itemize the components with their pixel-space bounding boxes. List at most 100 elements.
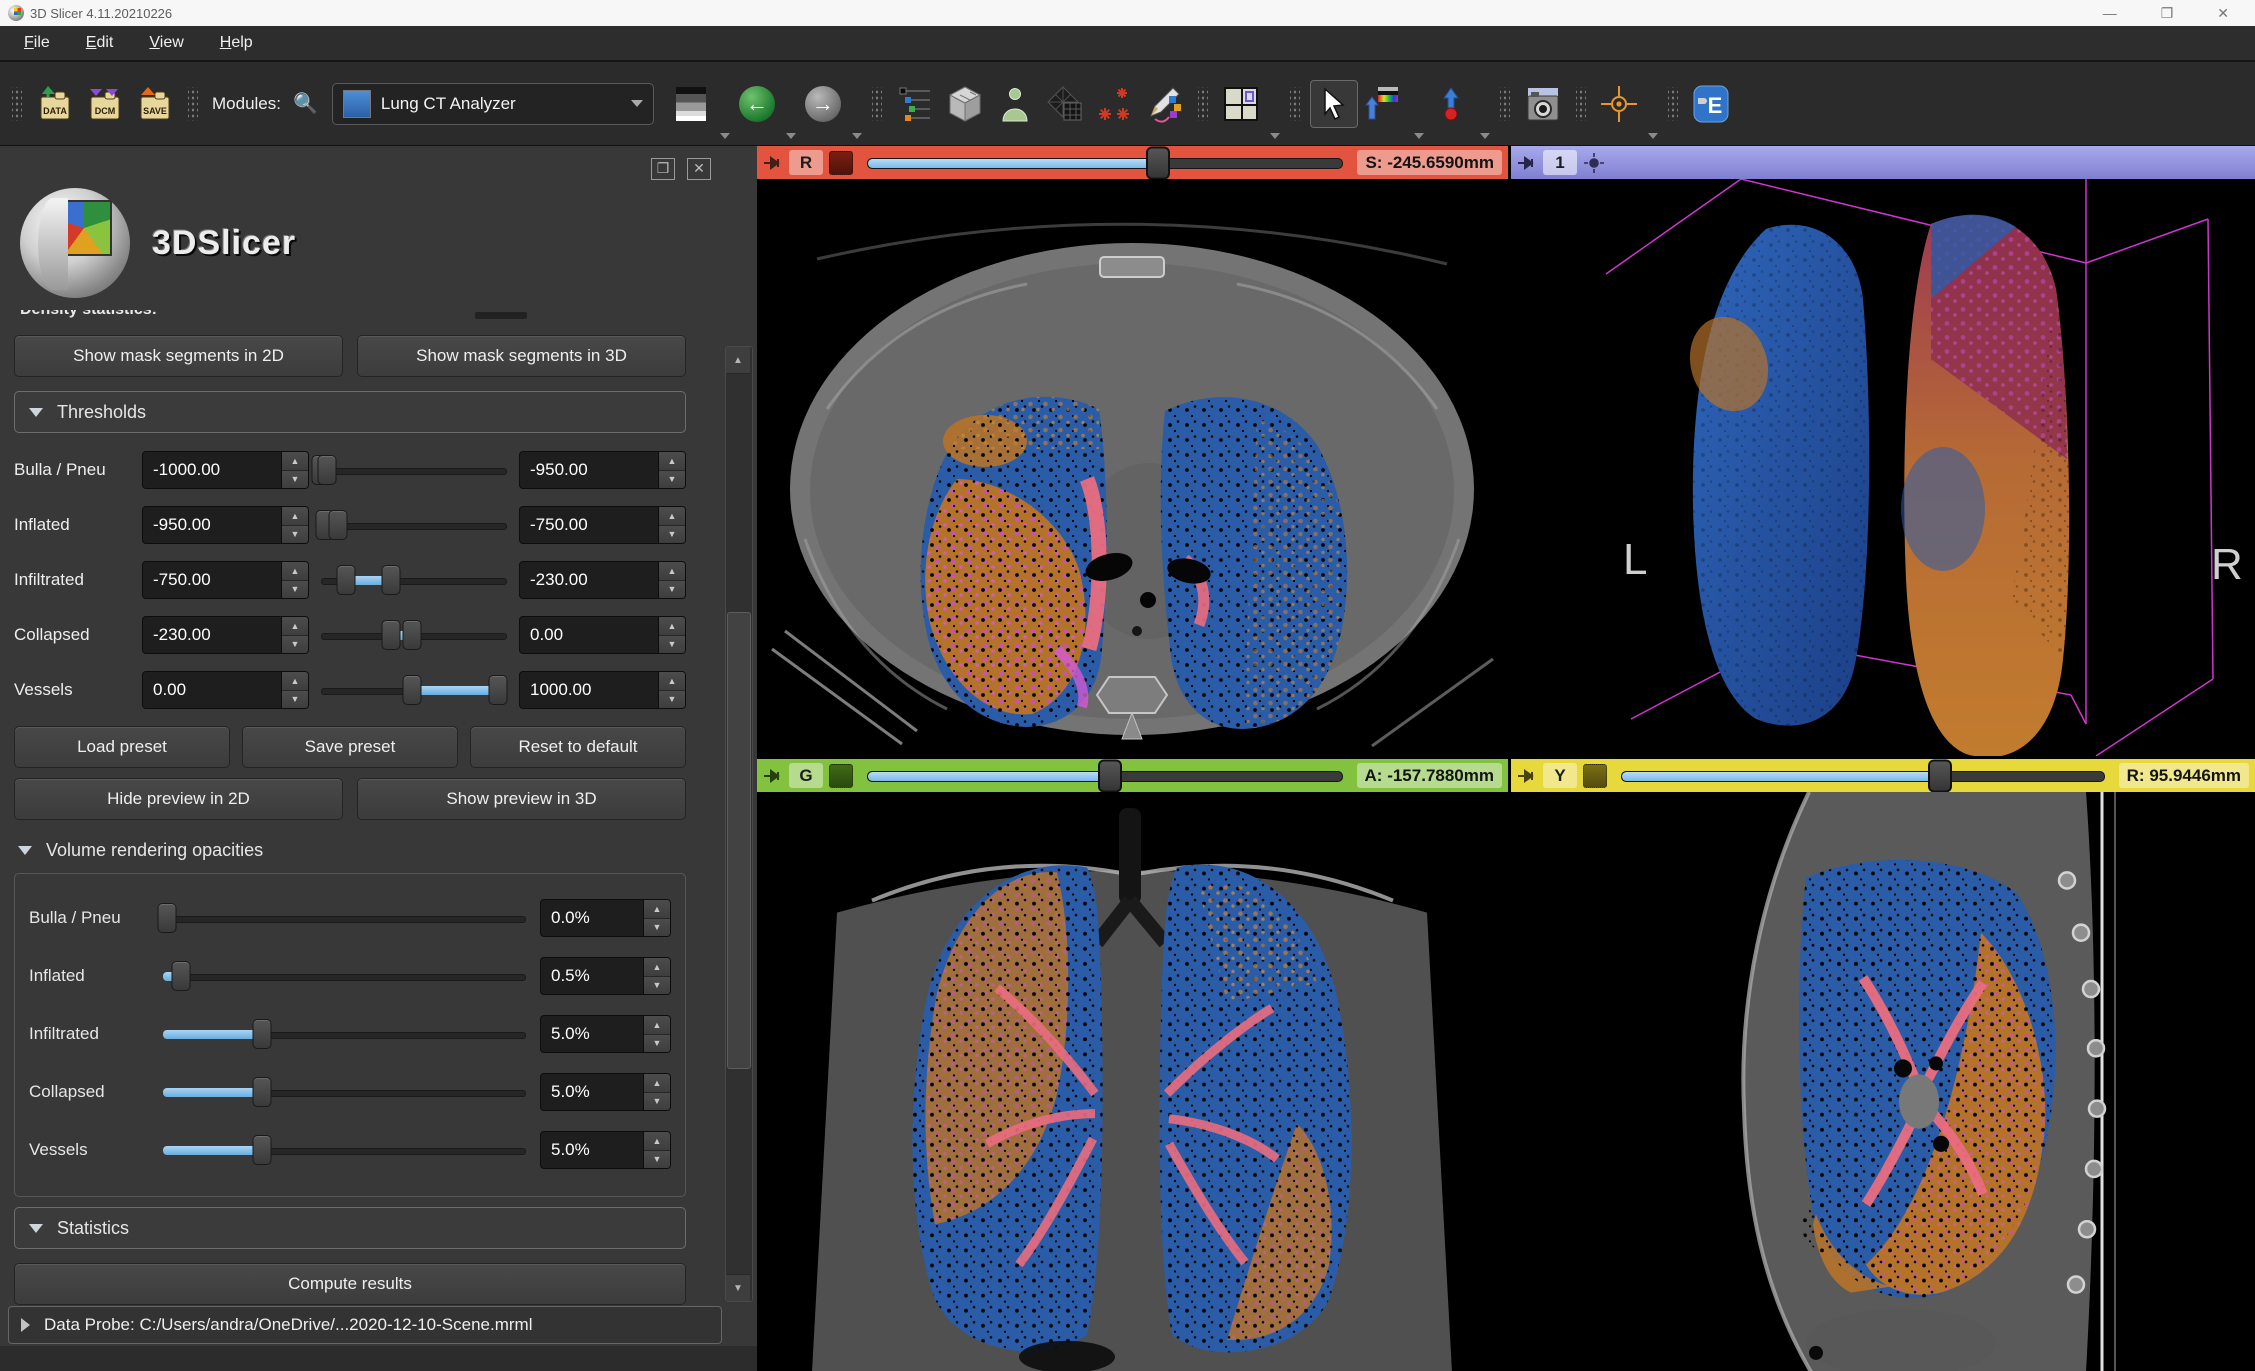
opacity-spinbox[interactable]: 5.0% ▲ ▼: [540, 1015, 671, 1053]
threshold-range-slider[interactable]: [319, 561, 509, 599]
threshold-max-spinbox[interactable]: -950.00 ▲ ▼: [519, 451, 686, 489]
opacity-spinbox[interactable]: 5.0% ▲ ▼: [540, 1131, 671, 1169]
opacity-spinbox[interactable]: 0.5% ▲ ▼: [540, 957, 671, 995]
compute-results-button[interactable]: Compute results: [14, 1263, 686, 1305]
crosshair-dropdown-icon[interactable]: [1647, 133, 1658, 139]
save-icon[interactable]: SAVE: [132, 81, 178, 127]
opacity-slider[interactable]: [163, 1073, 528, 1111]
minimize-button[interactable]: —: [2103, 0, 2117, 26]
red-slice-canvas[interactable]: [757, 179, 1508, 756]
mouse-interaction-icon[interactable]: [1309, 79, 1358, 128]
show-mask-3d-button[interactable]: Show mask segments in 3D: [357, 335, 686, 377]
undock-panel-icon[interactable]: ❐: [651, 158, 675, 180]
menu-bar: File Edit View Help: [0, 26, 2255, 62]
layout-selector-icon[interactable]: [1218, 81, 1264, 127]
threshold-range-slider[interactable]: [319, 616, 509, 654]
threeD-view-bar: 1: [1511, 146, 2255, 179]
adjust-colors-icon[interactable]: [1362, 81, 1408, 127]
forward-history-dropdown-icon[interactable]: [851, 133, 862, 139]
opacity-label: Inflated: [29, 966, 85, 985]
threshold-min-spinbox[interactable]: -1000.00 ▲ ▼: [142, 451, 309, 489]
screenshot-camera-icon[interactable]: [1520, 81, 1566, 127]
segmentations-person-icon[interactable]: [992, 81, 1038, 127]
yellow-slice-slider[interactable]: [1621, 759, 2105, 792]
pin-icon[interactable]: [763, 155, 783, 170]
threshold-min-spinbox[interactable]: -230.00 ▲ ▼: [142, 616, 309, 654]
annotations-pen-icon[interactable]: [1142, 81, 1188, 127]
mesh-grid-icon[interactable]: [1042, 81, 1088, 127]
opacity-slider[interactable]: [157, 899, 528, 937]
red-slice-slider[interactable]: [867, 146, 1344, 179]
hide-preview-2d-button[interactable]: Hide preview in 2D: [14, 778, 343, 820]
markups-seeds-icon[interactable]: [1092, 81, 1138, 127]
menu-view[interactable]: View: [135, 30, 197, 56]
import-dicom-icon[interactable]: DCM: [82, 81, 128, 127]
statistics-section-header[interactable]: Statistics: [14, 1207, 686, 1249]
green-slice-canvas[interactable]: [757, 792, 1508, 1371]
threshold-range-slider[interactable]: [315, 506, 509, 544]
show-mask-2d-button[interactable]: Show mask segments in 2D: [14, 335, 343, 377]
threshold-min-spinbox[interactable]: 0.00 ▲ ▼: [142, 671, 309, 709]
threshold-min-spinbox[interactable]: -950.00 ▲ ▼: [142, 506, 309, 544]
restore-button[interactable]: ❐: [2161, 0, 2174, 26]
panel-scrollbar[interactable]: ▲ ▼: [725, 346, 753, 1302]
extensions-manager-icon[interactable]: E: [1688, 81, 1734, 127]
thresholds-section-header[interactable]: Thresholds: [14, 391, 686, 433]
opacity-spinbox[interactable]: 0.0% ▲ ▼: [540, 899, 671, 937]
close-panel-icon[interactable]: ✕: [687, 158, 711, 180]
module-selector[interactable]: Lung CT Analyzer: [331, 82, 654, 125]
forward-icon[interactable]: →: [800, 81, 846, 127]
threshold-max-spinbox[interactable]: 0.00 ▲ ▼: [519, 616, 686, 654]
threshold-range-slider[interactable]: [311, 451, 509, 489]
yellow-slice-canvas[interactable]: [1511, 792, 2255, 1371]
window-level-dropdown-icon[interactable]: [719, 133, 730, 139]
spin-view-icon[interactable]: [1583, 152, 1605, 174]
save-preset-button[interactable]: Save preset: [242, 726, 458, 768]
fiducial-dropdown-icon[interactable]: [1479, 133, 1490, 139]
slicer-logo-text: 3DSlicer: [152, 223, 297, 262]
pin-icon[interactable]: [763, 768, 783, 783]
close-button[interactable]: ✕: [2217, 0, 2229, 26]
collapse-triangle-icon: [29, 407, 43, 417]
opacity-slider[interactable]: [163, 957, 528, 995]
reset-default-button[interactable]: Reset to default: [470, 726, 686, 768]
threeD-view-label: 1: [1543, 150, 1577, 175]
threshold-range-slider[interactable]: [319, 671, 509, 709]
show-preview-3d-button[interactable]: Show preview in 3D: [357, 778, 686, 820]
back-history-dropdown-icon[interactable]: [785, 133, 796, 139]
pin-icon[interactable]: [1517, 768, 1537, 783]
volume-rendering-icon[interactable]: [942, 81, 988, 127]
data-probe-bar[interactable]: Data Probe: C:/Users/andra/OneDrive/...2…: [8, 1306, 722, 1344]
module-search-icon[interactable]: 🔍: [293, 91, 318, 116]
opacity-spinbox[interactable]: 5.0% ▲ ▼: [540, 1073, 671, 1111]
subject-hierarchy-icon[interactable]: [892, 81, 938, 127]
green-slice-slider[interactable]: [867, 759, 1343, 792]
menu-edit[interactable]: Edit: [72, 30, 128, 56]
threshold-max-spinbox[interactable]: -230.00 ▲ ▼: [519, 561, 686, 599]
load-data-icon[interactable]: DATA: [32, 81, 78, 127]
toolbar-drag-handle[interactable]: [12, 86, 22, 121]
threshold-max-spinbox[interactable]: 1000.00 ▲ ▼: [519, 671, 686, 709]
layout-dropdown-icon[interactable]: [1269, 133, 1280, 139]
scroll-up-icon[interactable]: ▲: [726, 347, 750, 374]
load-preset-button[interactable]: Load preset: [14, 726, 230, 768]
threeD-canvas[interactable]: L R: [1511, 179, 2255, 756]
threshold-min-spinbox[interactable]: -750.00 ▲ ▼: [142, 561, 309, 599]
opacities-section-header[interactable]: Volume rendering opacities: [18, 840, 682, 861]
threshold-max-spinbox[interactable]: -750.00 ▲ ▼: [519, 506, 686, 544]
menu-file[interactable]: File: [10, 30, 64, 56]
window-level-icon[interactable]: [668, 81, 714, 127]
menu-help[interactable]: Help: [206, 30, 267, 56]
back-icon[interactable]: ←: [734, 81, 780, 127]
place-fiducial-icon[interactable]: [1428, 81, 1474, 127]
scroll-down-icon[interactable]: ▼: [726, 1274, 750, 1301]
pin-icon[interactable]: [1517, 155, 1537, 170]
opacity-slider[interactable]: [163, 1015, 528, 1053]
colors-dropdown-icon[interactable]: [1413, 133, 1424, 139]
crosshair-icon[interactable]: [1596, 81, 1642, 127]
slice-menu-icon[interactable]: [829, 763, 853, 788]
slice-menu-icon[interactable]: [1583, 763, 1607, 788]
slice-menu-icon[interactable]: [829, 150, 853, 175]
scrollbar-thumb[interactable]: [727, 612, 751, 1069]
opacity-slider[interactable]: [163, 1131, 528, 1169]
